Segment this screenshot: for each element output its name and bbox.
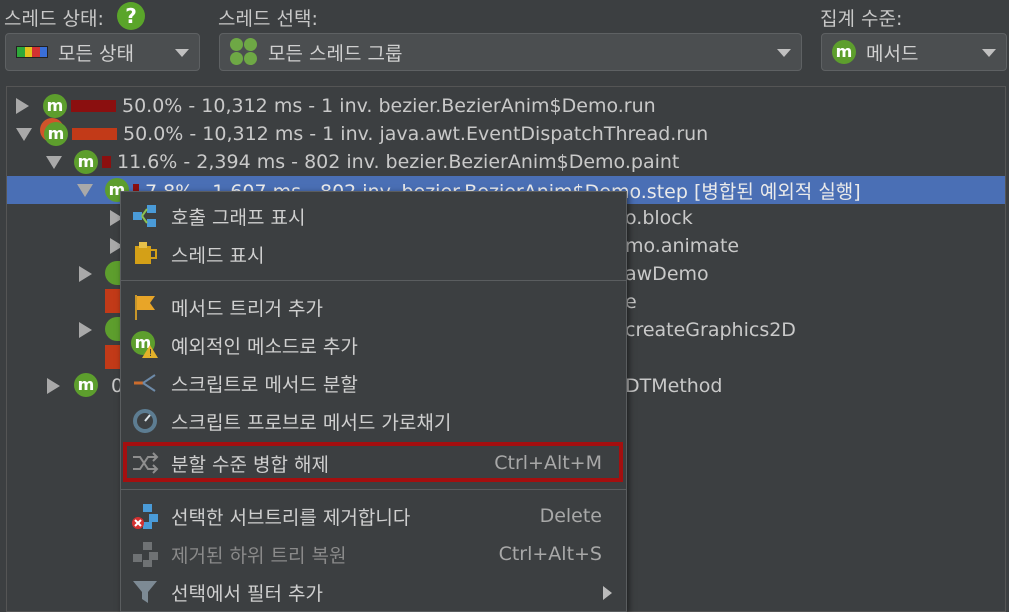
aggregation-label: 집계 수준: <box>820 8 903 30</box>
menu-item-restore-removed-subtree[interactable]: 제거된 하위 트리 복원 Ctrl+Alt+S <box>121 535 626 573</box>
tree-row[interactable]: m 50.0% - 10,312 ms - 1 inv. java.awt.Ev… <box>7 120 1005 148</box>
method-icon: m <box>74 373 98 397</box>
thread-state-value: 모든 상태 <box>58 42 134 65</box>
exception-marker-icon <box>105 345 121 369</box>
thread-select-value: 모든 스레드 그룹 <box>268 42 403 65</box>
menu-item-label: 스크립트 프로브로 메서드 가로채기 <box>171 411 452 434</box>
chevron-down-icon <box>175 49 189 57</box>
tree-row[interactable]: m 11.6% - 2,394 ms - 802 inv. bezier.Bez… <box>7 148 1005 176</box>
time-bar <box>71 100 116 112</box>
thread-icon <box>131 240 159 268</box>
method-icon <box>105 317 121 341</box>
tree-row-label-partial: awDemo <box>625 263 709 285</box>
menu-item-add-filter-from-selection[interactable]: 선택에서 필터 추가 <box>121 573 626 611</box>
time-bar <box>102 156 111 168</box>
remove-subtree-icon <box>131 502 159 530</box>
method-icon <box>105 261 121 285</box>
menu-item-label: 메서드 트리거 추가 <box>171 297 323 320</box>
menu-item-label: 선택에서 필터 추가 <box>171 582 323 605</box>
thread-state-label: 스레드 상태: <box>4 8 104 30</box>
tree-row-label: 50.0% - 10,312 ms - 1 inv. java.awt.Even… <box>123 123 709 145</box>
aggregation-combo[interactable]: m 메서드 <box>821 33 1007 71</box>
menu-separator <box>121 489 626 490</box>
chevron-down-icon <box>982 49 996 57</box>
restore-subtree-icon <box>131 540 159 568</box>
tree-row[interactable]: m 50.0% - 10,312 ms - 1 inv. bezier.Bezi… <box>7 92 1005 120</box>
menu-item-intercept-with-script-probe[interactable]: 스크립트 프로브로 메서드 가로채기 <box>121 402 626 440</box>
menu-item-shortcut: Ctrl+Alt+S <box>498 543 602 565</box>
method-icon: m <box>44 122 68 146</box>
submenu-arrow-icon <box>603 586 612 600</box>
highlight-frame <box>123 442 623 482</box>
thread-state-colors-icon <box>16 46 48 58</box>
menu-item-split-method-by-script[interactable]: 스크립트로 메서드 분할 <box>121 364 626 402</box>
tree-row-label-partial: mo.animate <box>625 235 740 257</box>
menu-separator <box>121 280 626 281</box>
probe-icon <box>131 407 159 435</box>
call-graph-icon <box>131 202 159 230</box>
menu-item-label: 제거된 하위 트리 복원 <box>171 544 347 567</box>
menu-item-label: 스크립트로 메서드 분할 <box>171 373 358 396</box>
collapse-arrow-icon[interactable] <box>77 183 93 197</box>
menu-item-label: 호출 그래프 표시 <box>171 206 306 229</box>
method-icon: m <box>43 94 67 118</box>
menu-item-label: 예외적인 메소드로 추가 <box>171 335 358 358</box>
context-menu: 호출 그래프 표시 스레드 표시 메서드 트리거 추가 m ! 예외적인 메소드… <box>120 191 627 612</box>
thread-select-combo[interactable]: 모든 스레드 그룹 <box>219 33 802 71</box>
expand-arrow-icon[interactable] <box>47 378 60 394</box>
collapse-arrow-icon[interactable] <box>16 127 32 141</box>
menu-item-label: 선택한 서브트리를 제거합니다 <box>171 506 411 529</box>
aggregation-value: 메서드 <box>866 42 919 65</box>
menu-item-show-call-graph[interactable]: 호출 그래프 표시 <box>121 197 626 235</box>
expand-arrow-icon[interactable] <box>16 98 29 114</box>
exception-marker-icon <box>105 289 121 313</box>
collapse-arrow-icon[interactable] <box>46 155 62 169</box>
help-icon[interactable]: ? <box>117 2 145 30</box>
flag-icon <box>131 293 159 321</box>
method-icon: m <box>74 150 98 174</box>
menu-item-remove-selected-subtree[interactable]: 선택한 서브트리를 제거합니다 Delete <box>121 497 626 535</box>
expand-arrow-icon[interactable] <box>79 266 92 282</box>
tree-row-label: 11.6% - 2,394 ms - 802 inv. bezier.Bezie… <box>117 151 680 173</box>
method-icon: m <box>832 40 856 64</box>
split-icon <box>131 369 159 397</box>
tree-row-label-partial: o.block <box>625 207 693 229</box>
menu-item-add-exceptional-method[interactable]: m ! 예외적인 메소드로 추가 <box>121 326 626 364</box>
menu-item-label: 스레드 표시 <box>171 244 265 267</box>
thread-state-combo[interactable]: 모든 상태 <box>5 33 200 71</box>
menu-item-shortcut: Delete <box>539 505 602 527</box>
tree-row-label: 50.0% - 10,312 ms - 1 inv. bezier.Bezier… <box>122 95 656 117</box>
exceptional-method-icon: m ! <box>131 331 159 359</box>
menu-item-show-thread[interactable]: 스레드 표시 <box>121 235 626 273</box>
time-bar <box>72 128 117 140</box>
chevron-down-icon <box>777 49 791 57</box>
filter-icon <box>131 578 159 606</box>
thread-select-label: 스레드 선택: <box>218 8 318 30</box>
expand-arrow-icon[interactable] <box>79 322 92 338</box>
tree-row-label-partial: createGraphics2D <box>625 319 796 341</box>
svg-text:!: ! <box>149 348 153 359</box>
thread-group-icon <box>230 38 258 66</box>
menu-item-add-method-trigger[interactable]: 메서드 트리거 추가 <box>121 288 626 326</box>
tree-row-label-partial: DTMethod <box>625 375 723 397</box>
